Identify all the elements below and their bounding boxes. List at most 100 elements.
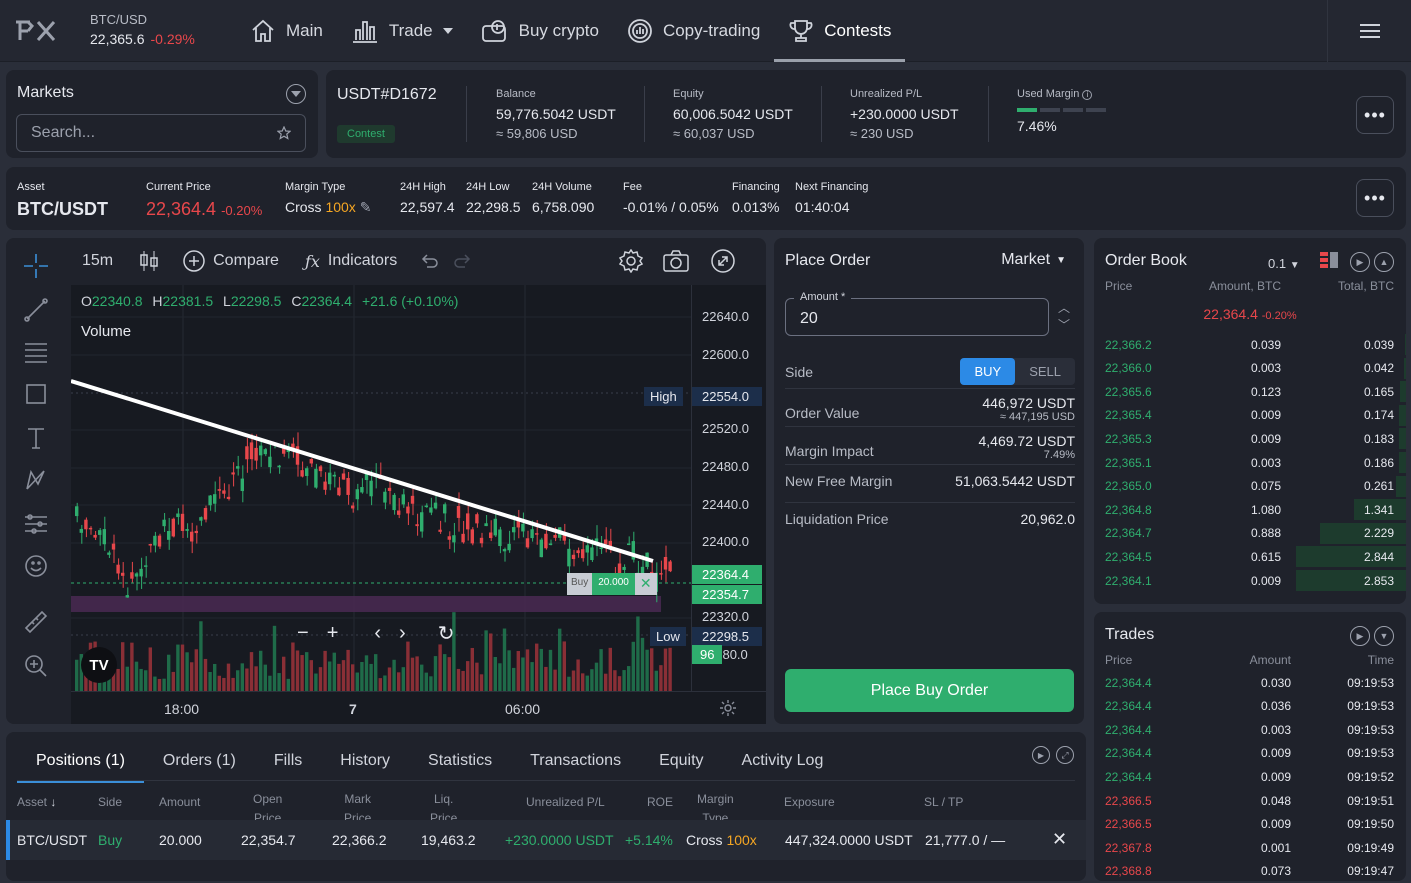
trade-price: 22,367.8: [1105, 840, 1152, 855]
volume-bar: [318, 667, 323, 691]
place-buy-order-button[interactable]: Place Buy Order: [785, 669, 1074, 712]
order-type-select[interactable]: Market ▼: [1001, 251, 1066, 269]
collapse-icon[interactable]: ▲: [1374, 252, 1394, 272]
close-position-icon[interactable]: ✕: [1052, 829, 1067, 850]
market-search-input[interactable]: Search...: [16, 114, 306, 152]
tab-positions[interactable]: Positions (1): [17, 748, 144, 783]
emoji-icon[interactable]: [24, 554, 48, 578]
account-id[interactable]: USDT#D1672: [337, 86, 437, 104]
nav-buy-crypto[interactable]: Buy crypto: [467, 0, 613, 62]
nav-trade[interactable]: Trade: [337, 0, 467, 62]
book-total: 2.844: [1363, 549, 1394, 564]
zoom-in-button-icon[interactable]: +: [327, 622, 339, 645]
text-icon[interactable]: [24, 426, 48, 450]
account-more-button[interactable]: •••: [1356, 96, 1394, 134]
markets-toggle-button[interactable]: [286, 84, 306, 104]
order-book-row[interactable]: 22,364.7 0.888 2.229: [1105, 522, 1406, 545]
tab-history[interactable]: History: [321, 748, 409, 783]
compare-button[interactable]: Compare: [213, 252, 279, 270]
plus-circle-icon[interactable]: [183, 250, 205, 272]
book-total: 0.039: [1363, 337, 1394, 352]
redo-icon[interactable]: [453, 253, 473, 269]
trend-line-icon[interactable]: [24, 298, 48, 322]
settings-gear-icon[interactable]: [619, 249, 644, 273]
close-order-icon[interactable]: ✕: [634, 573, 657, 595]
indicators-button[interactable]: Indicators: [328, 252, 397, 270]
order-book-row[interactable]: 22,365.1 0.003 0.186: [1105, 451, 1406, 474]
candle: [111, 543, 116, 550]
amount-stepper[interactable]: ︿ ﹀: [1058, 300, 1070, 334]
volume-bar: [659, 665, 663, 691]
fib-lines-icon[interactable]: [24, 340, 48, 364]
expand-icon[interactable]: ⤢: [1056, 746, 1074, 764]
tab-orders[interactable]: Orders (1): [144, 748, 255, 783]
sell-toggle[interactable]: SELL: [1015, 358, 1075, 385]
tradingview-logo-icon[interactable]: TV: [81, 647, 117, 683]
tab-fills[interactable]: Fills: [255, 748, 321, 783]
info-icon[interactable]: i: [1082, 90, 1093, 100]
order-book-row[interactable]: 22,364.1 0.009 2.853: [1105, 569, 1406, 592]
scroll-right-icon[interactable]: ›: [399, 622, 406, 645]
price-chart[interactable]: O22340.8 H22381.5 L22298.5 C22364.4 +21.…: [71, 285, 691, 691]
ruler-icon[interactable]: [24, 610, 48, 634]
nav-copy-trading[interactable]: Copy-trading: [613, 0, 774, 62]
tab-statistics[interactable]: Statistics: [409, 748, 511, 783]
chevron-up-icon[interactable]: ︿: [1058, 300, 1070, 317]
collapse-icon[interactable]: ▼: [1374, 626, 1394, 646]
ticker[interactable]: BTC/USD 22,365.6 -0.29%: [90, 12, 195, 47]
prediction-icon[interactable]: [24, 512, 48, 536]
logo-icon[interactable]: [14, 16, 58, 46]
nav-main[interactable]: Main: [236, 0, 337, 62]
candle: [107, 552, 111, 555]
zoom-in-icon[interactable]: [24, 654, 48, 678]
pattern-icon[interactable]: [24, 468, 48, 492]
book-layout-icon[interactable]: [1320, 252, 1340, 272]
tab-transactions[interactable]: Transactions: [511, 748, 640, 783]
rectangle-icon[interactable]: [24, 382, 48, 406]
order-book-row[interactable]: 22,365.6 0.123 0.165: [1105, 380, 1406, 403]
play-icon[interactable]: ▶: [1350, 252, 1370, 272]
zoom-out-icon[interactable]: −: [297, 622, 309, 645]
order-book-row[interactable]: 22,365.3 0.009 0.183: [1105, 427, 1406, 450]
reset-icon[interactable]: ↻: [438, 621, 455, 646]
scroll-left-icon[interactable]: ‹: [374, 622, 381, 645]
fullscreen-icon[interactable]: [711, 249, 736, 273]
candle: [332, 474, 336, 477]
step-select[interactable]: 0.1 ▼: [1268, 256, 1300, 271]
col-exposure: Exposure: [784, 795, 835, 809]
undo-icon[interactable]: [419, 253, 439, 269]
col-asset[interactable]: Asset ↓: [17, 793, 56, 812]
buy-order-line-tag[interactable]: Buy 20.000 ✕: [567, 573, 657, 595]
order-book-row[interactable]: 22,366.2 0.039 0.039: [1105, 333, 1406, 356]
asset-name[interactable]: BTC/USDT: [17, 199, 108, 220]
tab-activity-log[interactable]: Activity Log: [723, 748, 843, 783]
nav-contests[interactable]: Contests: [774, 0, 906, 62]
order-book-row[interactable]: 22,365.0 0.075 0.261: [1105, 475, 1406, 498]
position-row[interactable]: BTC/USDT Buy 20.000 22,354.7 22,366.2 19…: [6, 820, 1086, 860]
candle: [190, 531, 194, 542]
tab-equity[interactable]: Equity: [640, 748, 722, 783]
order-book-row[interactable]: 22,364.8 1.080 1.341: [1105, 498, 1406, 521]
axis-settings-icon[interactable]: [719, 699, 737, 717]
order-book-row[interactable]: 22,366.0 0.003 0.042: [1105, 357, 1406, 380]
order-book-row[interactable]: 22,364.5 0.615 2.844: [1105, 545, 1406, 568]
hamburger-menu-button[interactable]: [1327, 0, 1411, 62]
asset-more-button[interactable]: •••: [1356, 179, 1394, 217]
star-icon[interactable]: [277, 126, 291, 140]
candle-type-icon[interactable]: [139, 250, 159, 272]
interval-button[interactable]: 15m: [82, 252, 113, 270]
margin-impact-label: Margin Impact: [785, 443, 874, 459]
amount-input[interactable]: Amount * 20: [785, 291, 1049, 336]
crosshair-icon[interactable]: [24, 254, 48, 278]
pos-sltp[interactable]: 21,777.0 / —: [925, 832, 1005, 848]
edit-icon[interactable]: ✎: [360, 199, 372, 215]
order-book-row[interactable]: 22,365.4 0.009 0.174: [1105, 404, 1406, 427]
buy-toggle[interactable]: BUY: [960, 358, 1016, 385]
play-icon[interactable]: ▶: [1350, 626, 1370, 646]
volume-bar: [461, 670, 465, 691]
chevron-down-icon[interactable]: ﹀: [1058, 317, 1070, 334]
fx-icon[interactable]: ƒx: [305, 252, 320, 271]
trade-price: 22,366.5: [1105, 793, 1152, 808]
camera-icon[interactable]: [663, 250, 690, 272]
play-icon[interactable]: ▶: [1032, 746, 1050, 764]
